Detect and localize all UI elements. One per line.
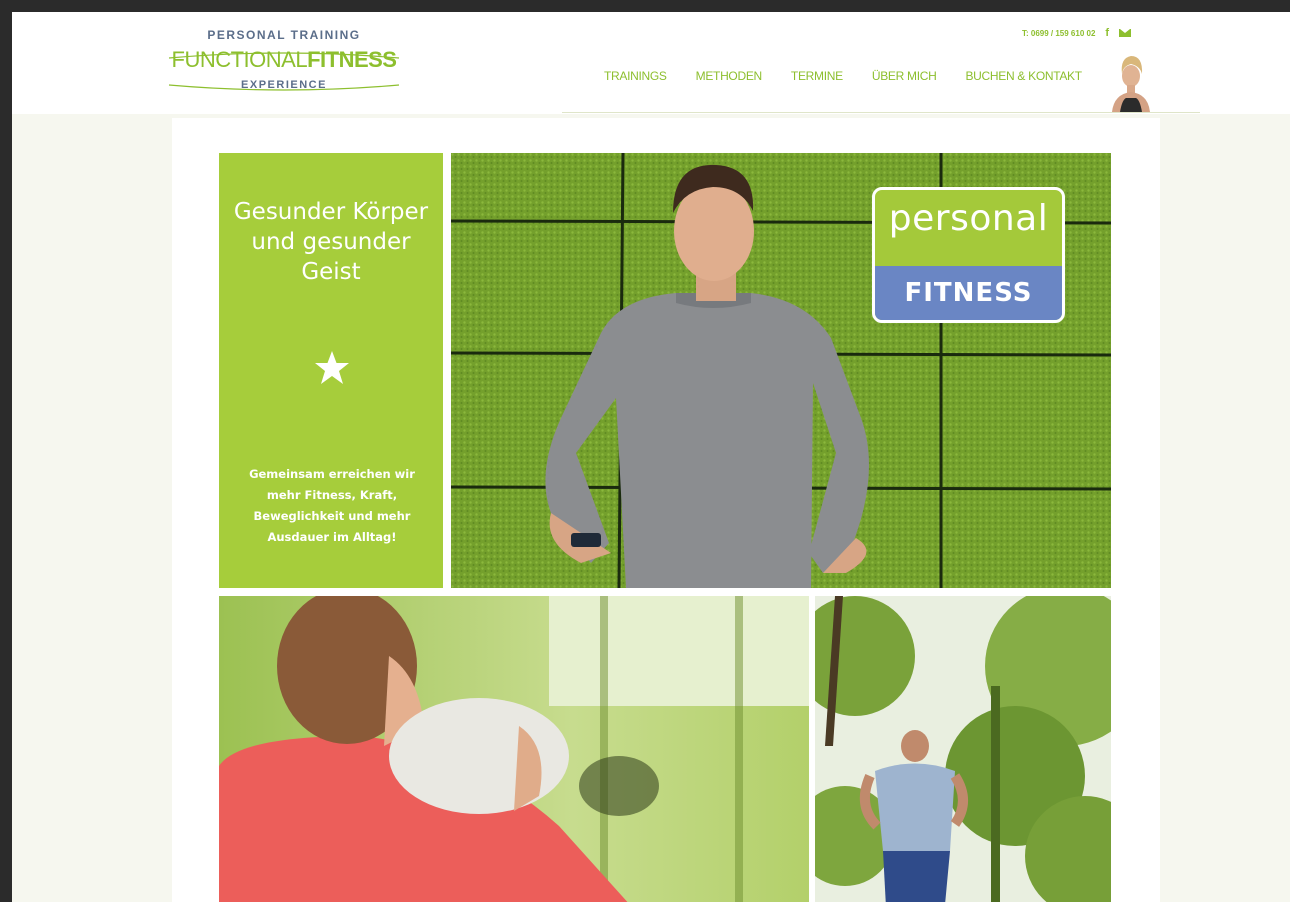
- trainer-avatar[interactable]: [1108, 52, 1154, 112]
- intro-headline: Gesunder Körper und gesunder Geist: [233, 199, 429, 285]
- nav-ueber-mich[interactable]: ÜBER MICH: [872, 69, 937, 83]
- man-outdoor-photo: [815, 596, 1111, 902]
- woman-medicine-ball-photo: [219, 596, 809, 902]
- badge-top-text: personal: [888, 198, 1049, 239]
- logo-top-text: PERSONAL TRAINING: [207, 28, 361, 42]
- nav-methoden[interactable]: METHODEN: [696, 69, 763, 83]
- logo-swoosh-top: [168, 52, 400, 59]
- personal-fitness-badge: personal FITNESS: [872, 187, 1065, 323]
- nav-termine[interactable]: TERMINE: [791, 69, 843, 83]
- star-icon: [315, 351, 349, 384]
- page-frame: PERSONAL TRAINING FUNCTIONALFITNESS EXPE…: [12, 12, 1290, 902]
- main-nav: TRAININGS METHODEN TERMINE ÜBER MICH BUC…: [604, 69, 1082, 83]
- mail-icon[interactable]: [1119, 29, 1132, 37]
- hero-image: personal FITNESS: [451, 153, 1111, 588]
- site-header: PERSONAL TRAINING FUNCTIONALFITNESS EXPE…: [12, 12, 1290, 114]
- nav-buchen-kontakt[interactable]: BUCHEN & KONTAKT: [965, 69, 1082, 83]
- facebook-icon[interactable]: f: [1105, 27, 1109, 39]
- intro-panel: Gesunder Körper und gesunder Geist Gemei…: [219, 153, 443, 588]
- nav-divider: [562, 112, 1200, 113]
- logo-swoosh-bottom: [168, 84, 400, 91]
- content-card: Gesunder Körper und gesunder Geist Gemei…: [172, 118, 1160, 902]
- contact-bar: T: 0699 / 159 610 02 f: [1022, 26, 1132, 40]
- nav-trainings[interactable]: TRAININGS: [604, 69, 667, 83]
- badge-bottom-text: FITNESS: [904, 278, 1033, 308]
- phone-number[interactable]: T: 0699 / 159 610 02: [1022, 29, 1095, 38]
- site-logo[interactable]: PERSONAL TRAINING FUNCTIONALFITNESS EXPE…: [167, 28, 401, 104]
- intro-text: Gemeinsam erreichen wir mehr Fitness, Kr…: [249, 467, 415, 544]
